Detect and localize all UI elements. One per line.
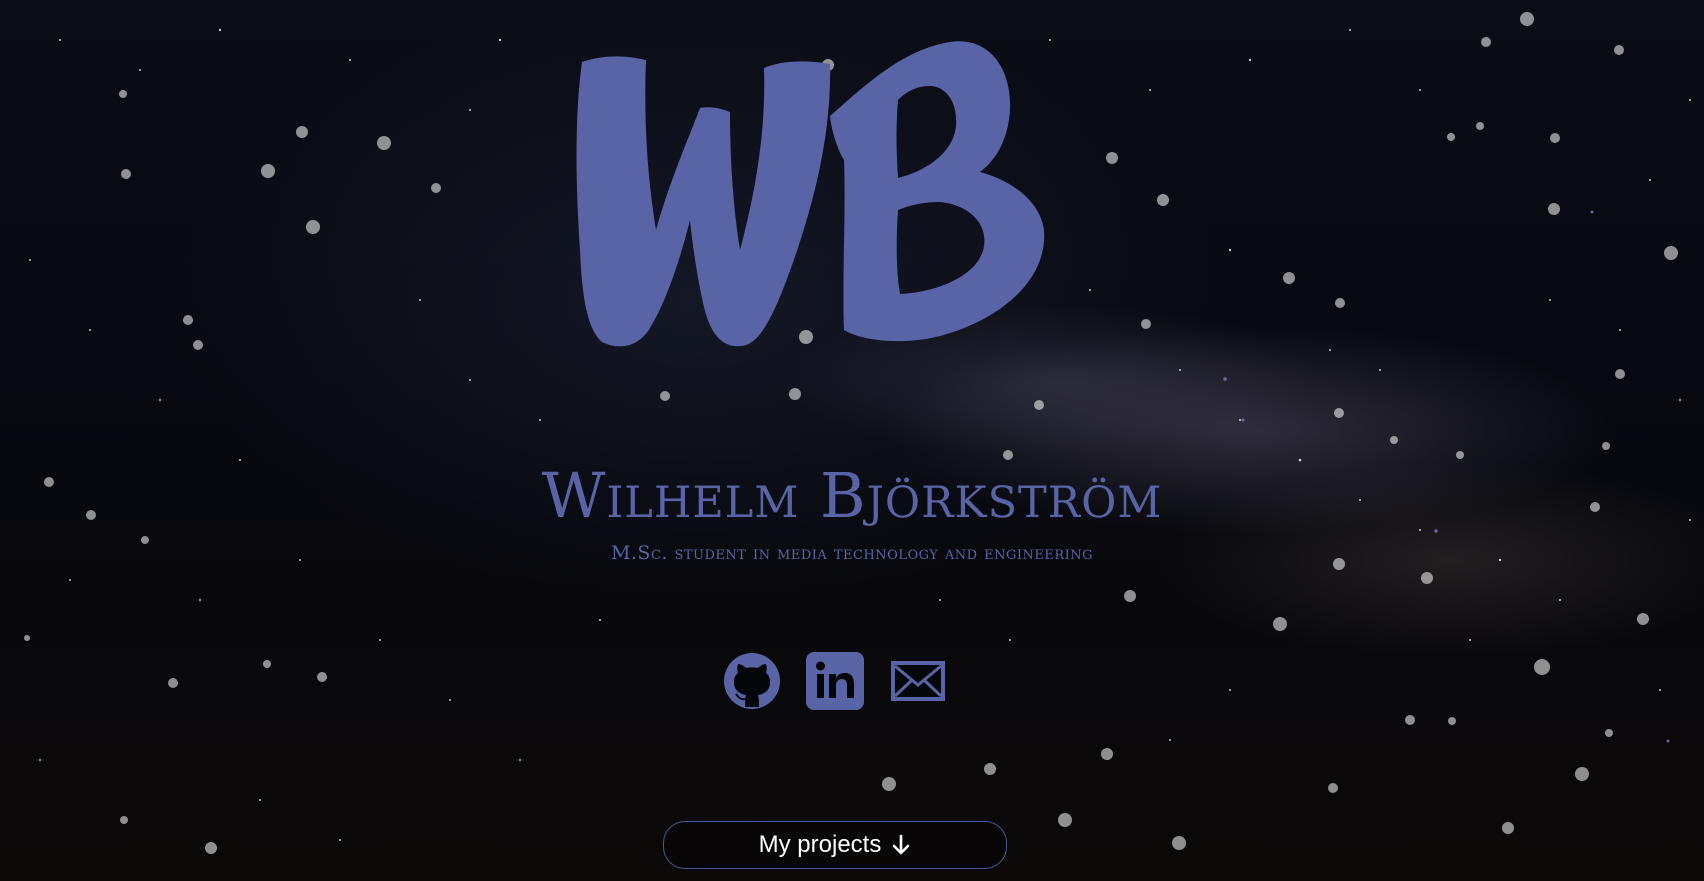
my-projects-button[interactable]: My projects — [663, 821, 1007, 869]
hero-subtitle: M.Sc. student in media technology and en… — [610, 542, 1094, 564]
wb-logo — [560, 30, 1100, 385]
github-icon — [724, 653, 780, 709]
mail-link[interactable] — [889, 652, 947, 710]
linkedin-icon — [806, 652, 864, 710]
social-links — [723, 652, 947, 710]
my-projects-label: My projects — [758, 831, 882, 858]
linkedin-link[interactable] — [806, 652, 864, 710]
github-link[interactable] — [723, 652, 781, 710]
hero-name: Wilhelm Björkström — [541, 459, 1163, 532]
mail-icon — [891, 661, 945, 701]
arrow-down-icon — [893, 834, 910, 855]
